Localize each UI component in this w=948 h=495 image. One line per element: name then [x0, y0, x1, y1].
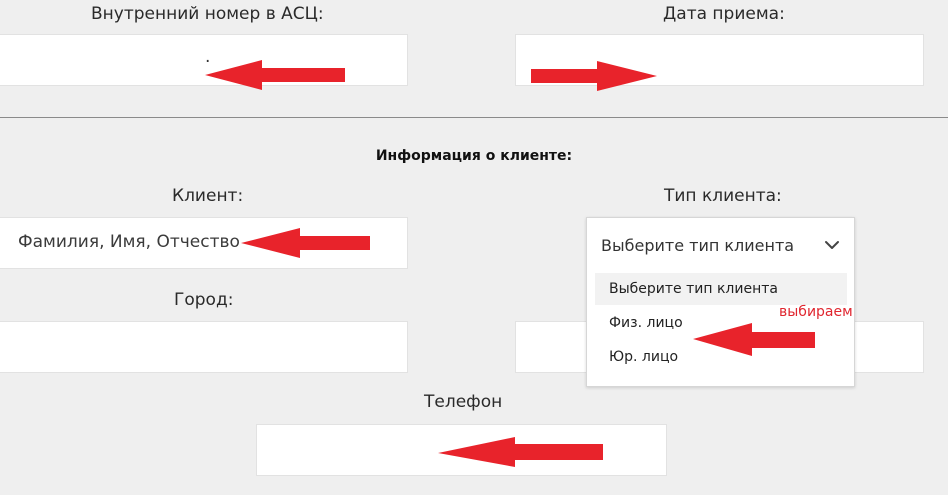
client-input[interactable]: Фамилия, Имя, Отчество [0, 217, 408, 269]
client-label: Клиент: [172, 186, 244, 206]
section-divider [0, 117, 948, 118]
internal-number-input[interactable]: . [0, 34, 408, 86]
chevron-down-icon[interactable] [824, 239, 840, 251]
internal-number-value: . [205, 47, 211, 67]
client-type-option[interactable]: Юр. лицо [595, 341, 847, 373]
annotation-note: выбираем [779, 304, 853, 320]
client-section-title: Информация о клиенте: [375, 148, 573, 164]
client-placeholder: Фамилия, Имя, Отчество [18, 232, 240, 252]
city-label: Город: [174, 290, 234, 310]
client-type-select[interactable]: Выберите тип клиента Выберите тип клиент… [586, 217, 855, 387]
client-type-selected: Выберите тип клиента [601, 236, 795, 255]
phone-label: Телефон [424, 392, 503, 412]
internal-number-label: Внутренний номер в АСЦ: [91, 4, 324, 24]
date-input[interactable] [515, 34, 924, 86]
client-type-option[interactable]: Выберите тип клиента [595, 273, 847, 305]
date-label: Дата приема: [663, 4, 785, 24]
client-type-label: Тип клиента: [664, 186, 782, 206]
city-input[interactable] [0, 321, 408, 373]
phone-input[interactable] [256, 424, 667, 476]
